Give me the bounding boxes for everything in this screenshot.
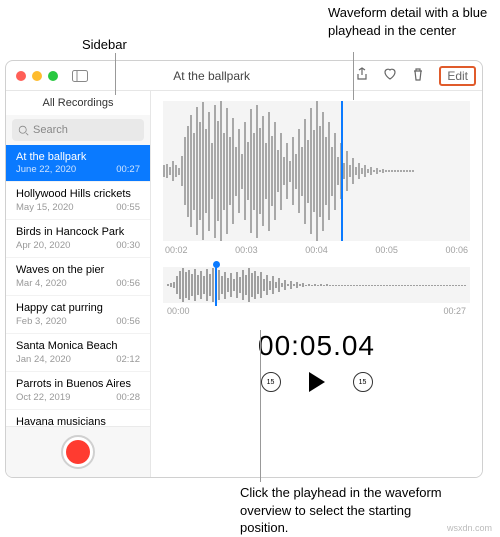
sidebar-header: All Recordings bbox=[6, 91, 150, 115]
edit-button[interactable]: Edit bbox=[439, 66, 476, 86]
playback-controls: 15 15 bbox=[163, 372, 470, 392]
maximize-window-button[interactable] bbox=[48, 71, 58, 81]
overview-labels: 00:00 00:27 bbox=[163, 303, 470, 316]
list-item[interactable]: Happy cat purringFeb 3, 202000:56 bbox=[6, 296, 150, 334]
skip-forward-button[interactable]: 15 bbox=[353, 372, 373, 392]
overview-playhead-icon[interactable] bbox=[215, 264, 217, 306]
search-placeholder: Search bbox=[33, 124, 68, 136]
search-input[interactable]: Search bbox=[12, 119, 144, 141]
list-item[interactable]: Parrots in Buenos AiresOct 22, 201900:28 bbox=[6, 372, 150, 410]
sidebar: All Recordings Search At the ballparkJun… bbox=[6, 91, 151, 477]
callout-overview: Click the playhead in the waveform overv… bbox=[240, 484, 450, 537]
minimize-window-button[interactable] bbox=[32, 71, 42, 81]
trash-icon[interactable] bbox=[411, 67, 425, 84]
timeline-ruler: 00:0200:0300:0400:0500:06 bbox=[163, 241, 470, 267]
callout-sidebar: Sidebar bbox=[82, 36, 127, 54]
skip-back-button[interactable]: 15 bbox=[261, 372, 281, 392]
list-item[interactable]: Havana musiciansAug 25, 201901:07 bbox=[6, 410, 150, 426]
record-button[interactable] bbox=[61, 435, 95, 469]
waveform-overview[interactable] bbox=[163, 267, 470, 303]
main-panel: 00:0200:0300:0400:0500:06 00:00 00:27 00… bbox=[151, 91, 482, 477]
current-time: 00:05.04 bbox=[163, 330, 470, 362]
sidebar-toggle-icon[interactable] bbox=[72, 68, 88, 84]
app-window: At the ballpark Edit All Recordings Sear… bbox=[5, 60, 483, 478]
watermark: wsxdn.com bbox=[447, 523, 492, 533]
list-item[interactable]: At the ballparkJune 22, 202000:27 bbox=[6, 145, 150, 182]
list-item[interactable]: Santa Monica BeachJan 24, 202002:12 bbox=[6, 334, 150, 372]
waveform-detail[interactable] bbox=[163, 101, 470, 241]
callout-waveform: Waveform detail with a blue playhead in … bbox=[328, 4, 488, 39]
list-item[interactable]: Hollywood Hills cricketsMay 15, 202000:5… bbox=[6, 182, 150, 220]
list-item[interactable]: Waves on the pierMar 4, 202000:56 bbox=[6, 258, 150, 296]
playhead-icon[interactable] bbox=[341, 101, 343, 241]
window-title: At the ballpark bbox=[88, 69, 355, 83]
recording-list: At the ballparkJune 22, 202000:27Hollywo… bbox=[6, 145, 150, 426]
play-button[interactable] bbox=[307, 372, 327, 392]
list-item[interactable]: Birds in Hancock ParkApr 20, 202000:30 bbox=[6, 220, 150, 258]
favorite-icon[interactable] bbox=[383, 67, 397, 84]
titlebar: At the ballpark Edit bbox=[6, 61, 482, 91]
close-window-button[interactable] bbox=[16, 71, 26, 81]
share-icon[interactable] bbox=[355, 67, 369, 84]
